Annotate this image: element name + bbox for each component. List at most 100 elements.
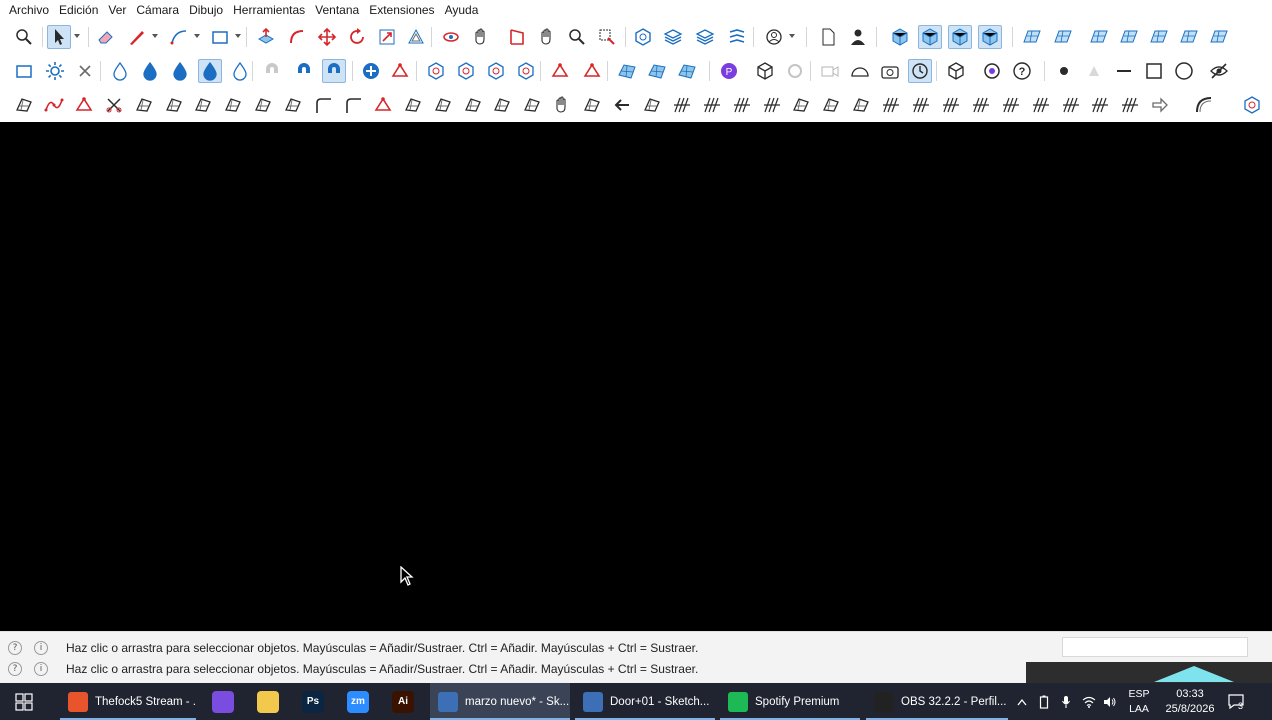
menu-item-archivo[interactable]: Archivo bbox=[4, 0, 54, 20]
red-shape-icon[interactable] bbox=[72, 93, 96, 117]
dome-icon[interactable] bbox=[848, 59, 872, 83]
scale-icon[interactable] bbox=[375, 25, 399, 49]
menu-item-edición[interactable]: Edición bbox=[54, 0, 103, 20]
sandbox-contours-icon[interactable] bbox=[1020, 25, 1044, 49]
circle-icon[interactable] bbox=[1172, 59, 1196, 83]
chamfer-icon[interactable] bbox=[341, 93, 365, 117]
curve-edit-icon[interactable] bbox=[12, 93, 36, 117]
stair-icon[interactable] bbox=[640, 93, 664, 117]
magnet-faded-icon[interactable] bbox=[260, 59, 284, 83]
texture-5-icon[interactable] bbox=[999, 93, 1023, 117]
purple-plugin-icon[interactable]: P bbox=[717, 59, 741, 83]
microphone-icon[interactable] bbox=[1057, 683, 1075, 720]
fan-icon[interactable] bbox=[461, 93, 485, 117]
hatch-1-icon[interactable] bbox=[670, 93, 694, 117]
pencil-line-icon[interactable] bbox=[125, 25, 149, 49]
rectangle-icon[interactable] bbox=[208, 25, 232, 49]
new-file-icon[interactable] bbox=[816, 25, 840, 49]
components-icon[interactable] bbox=[631, 25, 655, 49]
drop-hatched-icon[interactable] bbox=[228, 59, 252, 83]
select-icon[interactable] bbox=[47, 25, 71, 49]
hatch-4-icon[interactable] bbox=[760, 93, 784, 117]
menu-item-herramientas[interactable]: Herramientas bbox=[228, 0, 310, 20]
rectangle-outline-icon[interactable] bbox=[12, 59, 36, 83]
hexagon-1-icon[interactable] bbox=[424, 59, 448, 83]
texture-1-icon[interactable] bbox=[879, 93, 903, 117]
offset-icon[interactable] bbox=[404, 25, 428, 49]
stamp-icon[interactable] bbox=[1117, 25, 1141, 49]
triangle-faded-icon[interactable] bbox=[1082, 59, 1106, 83]
scissors-icon[interactable] bbox=[102, 93, 126, 117]
arrow-left-icon[interactable] bbox=[610, 93, 634, 117]
hatch-2-icon[interactable] bbox=[700, 93, 724, 117]
red-cross-icon[interactable] bbox=[548, 59, 572, 83]
illustrator-icon[interactable]: Ai bbox=[385, 683, 421, 720]
view-shaded-icon[interactable] bbox=[978, 25, 1002, 49]
panel-1-icon[interactable] bbox=[819, 93, 843, 117]
eraser-icon[interactable] bbox=[94, 25, 118, 49]
pan-icon[interactable] bbox=[469, 25, 493, 49]
arrow-shape-icon[interactable] bbox=[1148, 93, 1172, 117]
geo-location-icon[interactable]: ? bbox=[8, 662, 22, 676]
hexagon-2-icon[interactable] bbox=[454, 59, 478, 83]
follow-me-icon[interactable] bbox=[285, 25, 309, 49]
photoshop-icon[interactable]: Ps bbox=[295, 683, 331, 720]
menu-item-cámara[interactable]: Cámara bbox=[131, 0, 184, 20]
volume-icon[interactable] bbox=[1101, 683, 1119, 720]
red-rotate-icon[interactable] bbox=[580, 59, 604, 83]
texture-6-icon[interactable] bbox=[1029, 93, 1053, 117]
grid-icon[interactable] bbox=[520, 93, 544, 117]
sandbox-scratch-icon[interactable] bbox=[1051, 25, 1075, 49]
move-icon[interactable] bbox=[315, 25, 339, 49]
geo-location-icon[interactable]: ? bbox=[8, 641, 22, 655]
menu-item-ventana[interactable]: Ventana bbox=[310, 0, 364, 20]
view-top-icon[interactable] bbox=[918, 25, 942, 49]
magnet-icon[interactable] bbox=[292, 59, 316, 83]
push-pull-icon[interactable] bbox=[254, 25, 278, 49]
info-icon[interactable]: i bbox=[34, 641, 48, 655]
box-shape-icon[interactable] bbox=[221, 93, 245, 117]
rotate-icon[interactable] bbox=[345, 25, 369, 49]
orbit-icon[interactable] bbox=[439, 25, 463, 49]
taskbar-window-3[interactable]: Spotify Premium bbox=[720, 683, 860, 720]
box-icon[interactable] bbox=[753, 59, 777, 83]
drop-half-icon[interactable] bbox=[138, 59, 162, 83]
columns-icon[interactable] bbox=[490, 93, 514, 117]
mesh-2-icon[interactable] bbox=[645, 59, 669, 83]
help-icon[interactable]: ? bbox=[1010, 59, 1034, 83]
camera-faded-icon[interactable] bbox=[818, 59, 842, 83]
dropdown-caret-icon[interactable] bbox=[789, 34, 795, 38]
drop-outline-icon[interactable] bbox=[108, 59, 132, 83]
add-circle-icon[interactable] bbox=[359, 59, 383, 83]
start-menu-icon[interactable] bbox=[6, 683, 42, 720]
cube-icon[interactable] bbox=[944, 59, 968, 83]
smoove-icon[interactable] bbox=[1087, 25, 1111, 49]
fillet-icon[interactable] bbox=[311, 93, 335, 117]
flower-icon[interactable] bbox=[980, 59, 1004, 83]
drop-active-icon[interactable] bbox=[198, 59, 222, 83]
hatch-3-icon[interactable] bbox=[730, 93, 754, 117]
hexagon-3-icon[interactable] bbox=[484, 59, 508, 83]
sphere-icon[interactable] bbox=[251, 93, 275, 117]
dot-icon[interactable] bbox=[1052, 59, 1076, 83]
view-front-icon[interactable] bbox=[948, 25, 972, 49]
hand-icon[interactable] bbox=[535, 25, 559, 49]
account-icon[interactable] bbox=[762, 25, 786, 49]
zoom-extents-icon[interactable] bbox=[12, 25, 36, 49]
texture-9-icon[interactable] bbox=[1118, 93, 1142, 117]
dash-icon[interactable] bbox=[1112, 59, 1136, 83]
profile-icon[interactable] bbox=[580, 93, 604, 117]
eye-off-icon[interactable] bbox=[1207, 59, 1231, 83]
battery-icon[interactable] bbox=[1035, 683, 1053, 720]
hand-tool-icon[interactable] bbox=[550, 93, 574, 117]
mesh-3-icon[interactable] bbox=[675, 59, 699, 83]
bend-icon[interactable] bbox=[1192, 93, 1216, 117]
red-line-icon[interactable] bbox=[388, 59, 412, 83]
texture-4-icon[interactable] bbox=[969, 93, 993, 117]
discord-icon[interactable] bbox=[205, 683, 241, 720]
square-icon[interactable] bbox=[1142, 59, 1166, 83]
frame-icon[interactable] bbox=[431, 93, 455, 117]
styles-icon[interactable] bbox=[725, 25, 749, 49]
mesh-1-icon[interactable] bbox=[615, 59, 639, 83]
drape-icon[interactable] bbox=[1147, 25, 1171, 49]
